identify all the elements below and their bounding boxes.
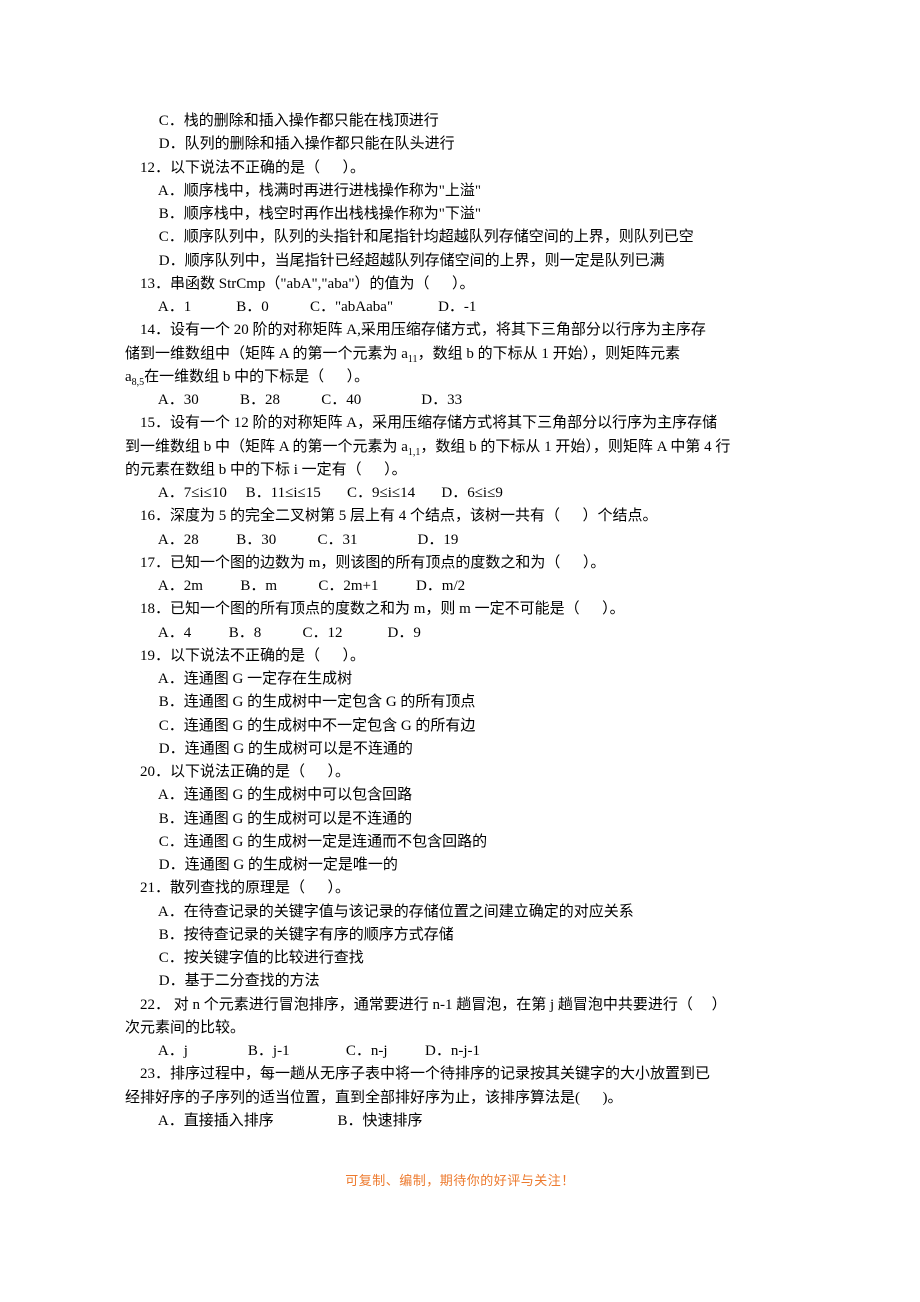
q21-option-b: B．按待查记录的关键字有序的顺序方式存储 xyxy=(125,924,795,947)
q22-stem-line1: 22． 对 n 个元素进行冒泡排序，通常要进行 n-1 趟冒泡，在第 j 趟冒泡… xyxy=(125,994,795,1017)
q18-stem: 18．已知一个图的所有顶点的度数之和为 m，则 m 一定不可能是（ ）。 xyxy=(125,598,795,621)
q15-stem-line1: 15．设有一个 12 阶的对称矩阵 A，采用压缩存储方式将其下三角部分以行序为主… xyxy=(125,412,795,435)
q22-stem-line2: 次元素间的比较。 xyxy=(125,1017,795,1040)
q16-options: A．28 B．30 C．31 D．19 xyxy=(125,529,795,552)
q11-option-d: D．队列的删除和插入操作都只能在队头进行 xyxy=(125,133,795,156)
q12-stem: 12．以下说法不正确的是（ ）。 xyxy=(125,157,795,180)
q13-stem: 13．串函数 StrCmp（"abA","aba"）的值为（ ）。 xyxy=(125,273,795,296)
q14-stem-line2: 储到一维数组中（矩阵 A 的第一个元素为 a11，数组 b 的下标从 1 开始）… xyxy=(125,343,795,366)
q20-option-d: D．连通图 G 的生成树一定是唯一的 xyxy=(125,854,795,877)
q18-options: A．4 B．8 C．12 D．9 xyxy=(125,622,795,645)
q14-stem-line1: 14．设有一个 20 阶的对称矩阵 A,采用压缩存储方式，将其下三角部分以行序为… xyxy=(125,319,795,342)
q20-stem: 20．以下说法正确的是（ ）。 xyxy=(125,761,795,784)
q20-option-c: C．连通图 G 的生成树一定是连通而不包含回路的 xyxy=(125,831,795,854)
q13-options: A．1 B．0 C．"abAaba" D．-1 xyxy=(125,296,795,319)
q12-option-b: B．顺序栈中，栈空时再作出栈栈操作称为"下溢" xyxy=(125,203,795,226)
page-footer: 可复制、编制，期待你的好评与关注！ xyxy=(125,1171,795,1191)
q19-stem: 19．以下说法不正确的是（ ）。 xyxy=(125,645,795,668)
q14-options: A．30 B．28 C．40 D．33 xyxy=(125,389,795,412)
q23-stem-line2: 经排好序的子序列的适当位置，直到全部排好序为止，该排序算法是( )。 xyxy=(125,1087,795,1110)
q21-stem: 21．散列查找的原理是（ ）。 xyxy=(125,877,795,900)
q11-option-c: C．栈的删除和插入操作都只能在栈顶进行 xyxy=(125,110,795,133)
q20-option-a: A．连通图 G 的生成树中可以包含回路 xyxy=(125,784,795,807)
q22-options: A．j B．j-1 C．n-j D．n-j-1 xyxy=(125,1040,795,1063)
document-page: C．栈的删除和插入操作都只能在栈顶进行 D．队列的删除和插入操作都只能在队头进行… xyxy=(0,0,920,1302)
q19-option-a: A．连通图 G 一定存在生成树 xyxy=(125,668,795,691)
q17-options: A．2m B．m C．2m+1 D．m/2 xyxy=(125,575,795,598)
q23-stem-line1: 23．排序过程中，每一趟从无序子表中将一个待排序的记录按其关键字的大小放置到已 xyxy=(125,1063,795,1086)
q16-stem: 16．深度为 5 的完全二叉树第 5 层上有 4 个结点，该树一共有（ ）个结点… xyxy=(125,505,795,528)
q17-stem: 17．已知一个图的边数为 m，则该图的所有顶点的度数之和为（ ）。 xyxy=(125,552,795,575)
q19-option-b: B．连通图 G 的生成树中一定包含 G 的所有顶点 xyxy=(125,691,795,714)
q12-option-a: A．顺序栈中，栈满时再进行进栈操作称为"上溢" xyxy=(125,180,795,203)
q19-option-d: D．连通图 G 的生成树可以是不连通的 xyxy=(125,738,795,761)
q14-stem-line3: a8,5在一维数组 b 中的下标是（ ）。 xyxy=(125,366,795,389)
q21-option-a: A．在待查记录的关键字值与该记录的存储位置之间建立确定的对应关系 xyxy=(125,901,795,924)
q23-options: A．直接插入排序 B．快速排序 xyxy=(125,1110,795,1133)
q15-stem-line2: 到一维数组 b 中（矩阵 A 的第一个元素为 a1,1，数组 b 的下标从 1 … xyxy=(125,436,795,459)
q21-option-c: C．按关键字值的比较进行查找 xyxy=(125,947,795,970)
q21-option-d: D．基于二分查找的方法 xyxy=(125,970,795,993)
q20-option-b: B．连通图 G 的生成树可以是不连通的 xyxy=(125,808,795,831)
q12-option-d: D．顺序队列中，当尾指针已经超越队列存储空间的上界，则一定是队列已满 xyxy=(125,250,795,273)
q12-option-c: C．顺序队列中，队列的头指针和尾指针均超越队列存储空间的上界，则队列已空 xyxy=(125,226,795,249)
q15-stem-line3: 的元素在数组 b 中的下标 i 一定有（ ）。 xyxy=(125,459,795,482)
q15-options: A．7≤i≤10 B．11≤i≤15 C．9≤i≤14 D．6≤i≤9 xyxy=(125,482,795,505)
q19-option-c: C．连通图 G 的生成树中不一定包含 G 的所有边 xyxy=(125,715,795,738)
